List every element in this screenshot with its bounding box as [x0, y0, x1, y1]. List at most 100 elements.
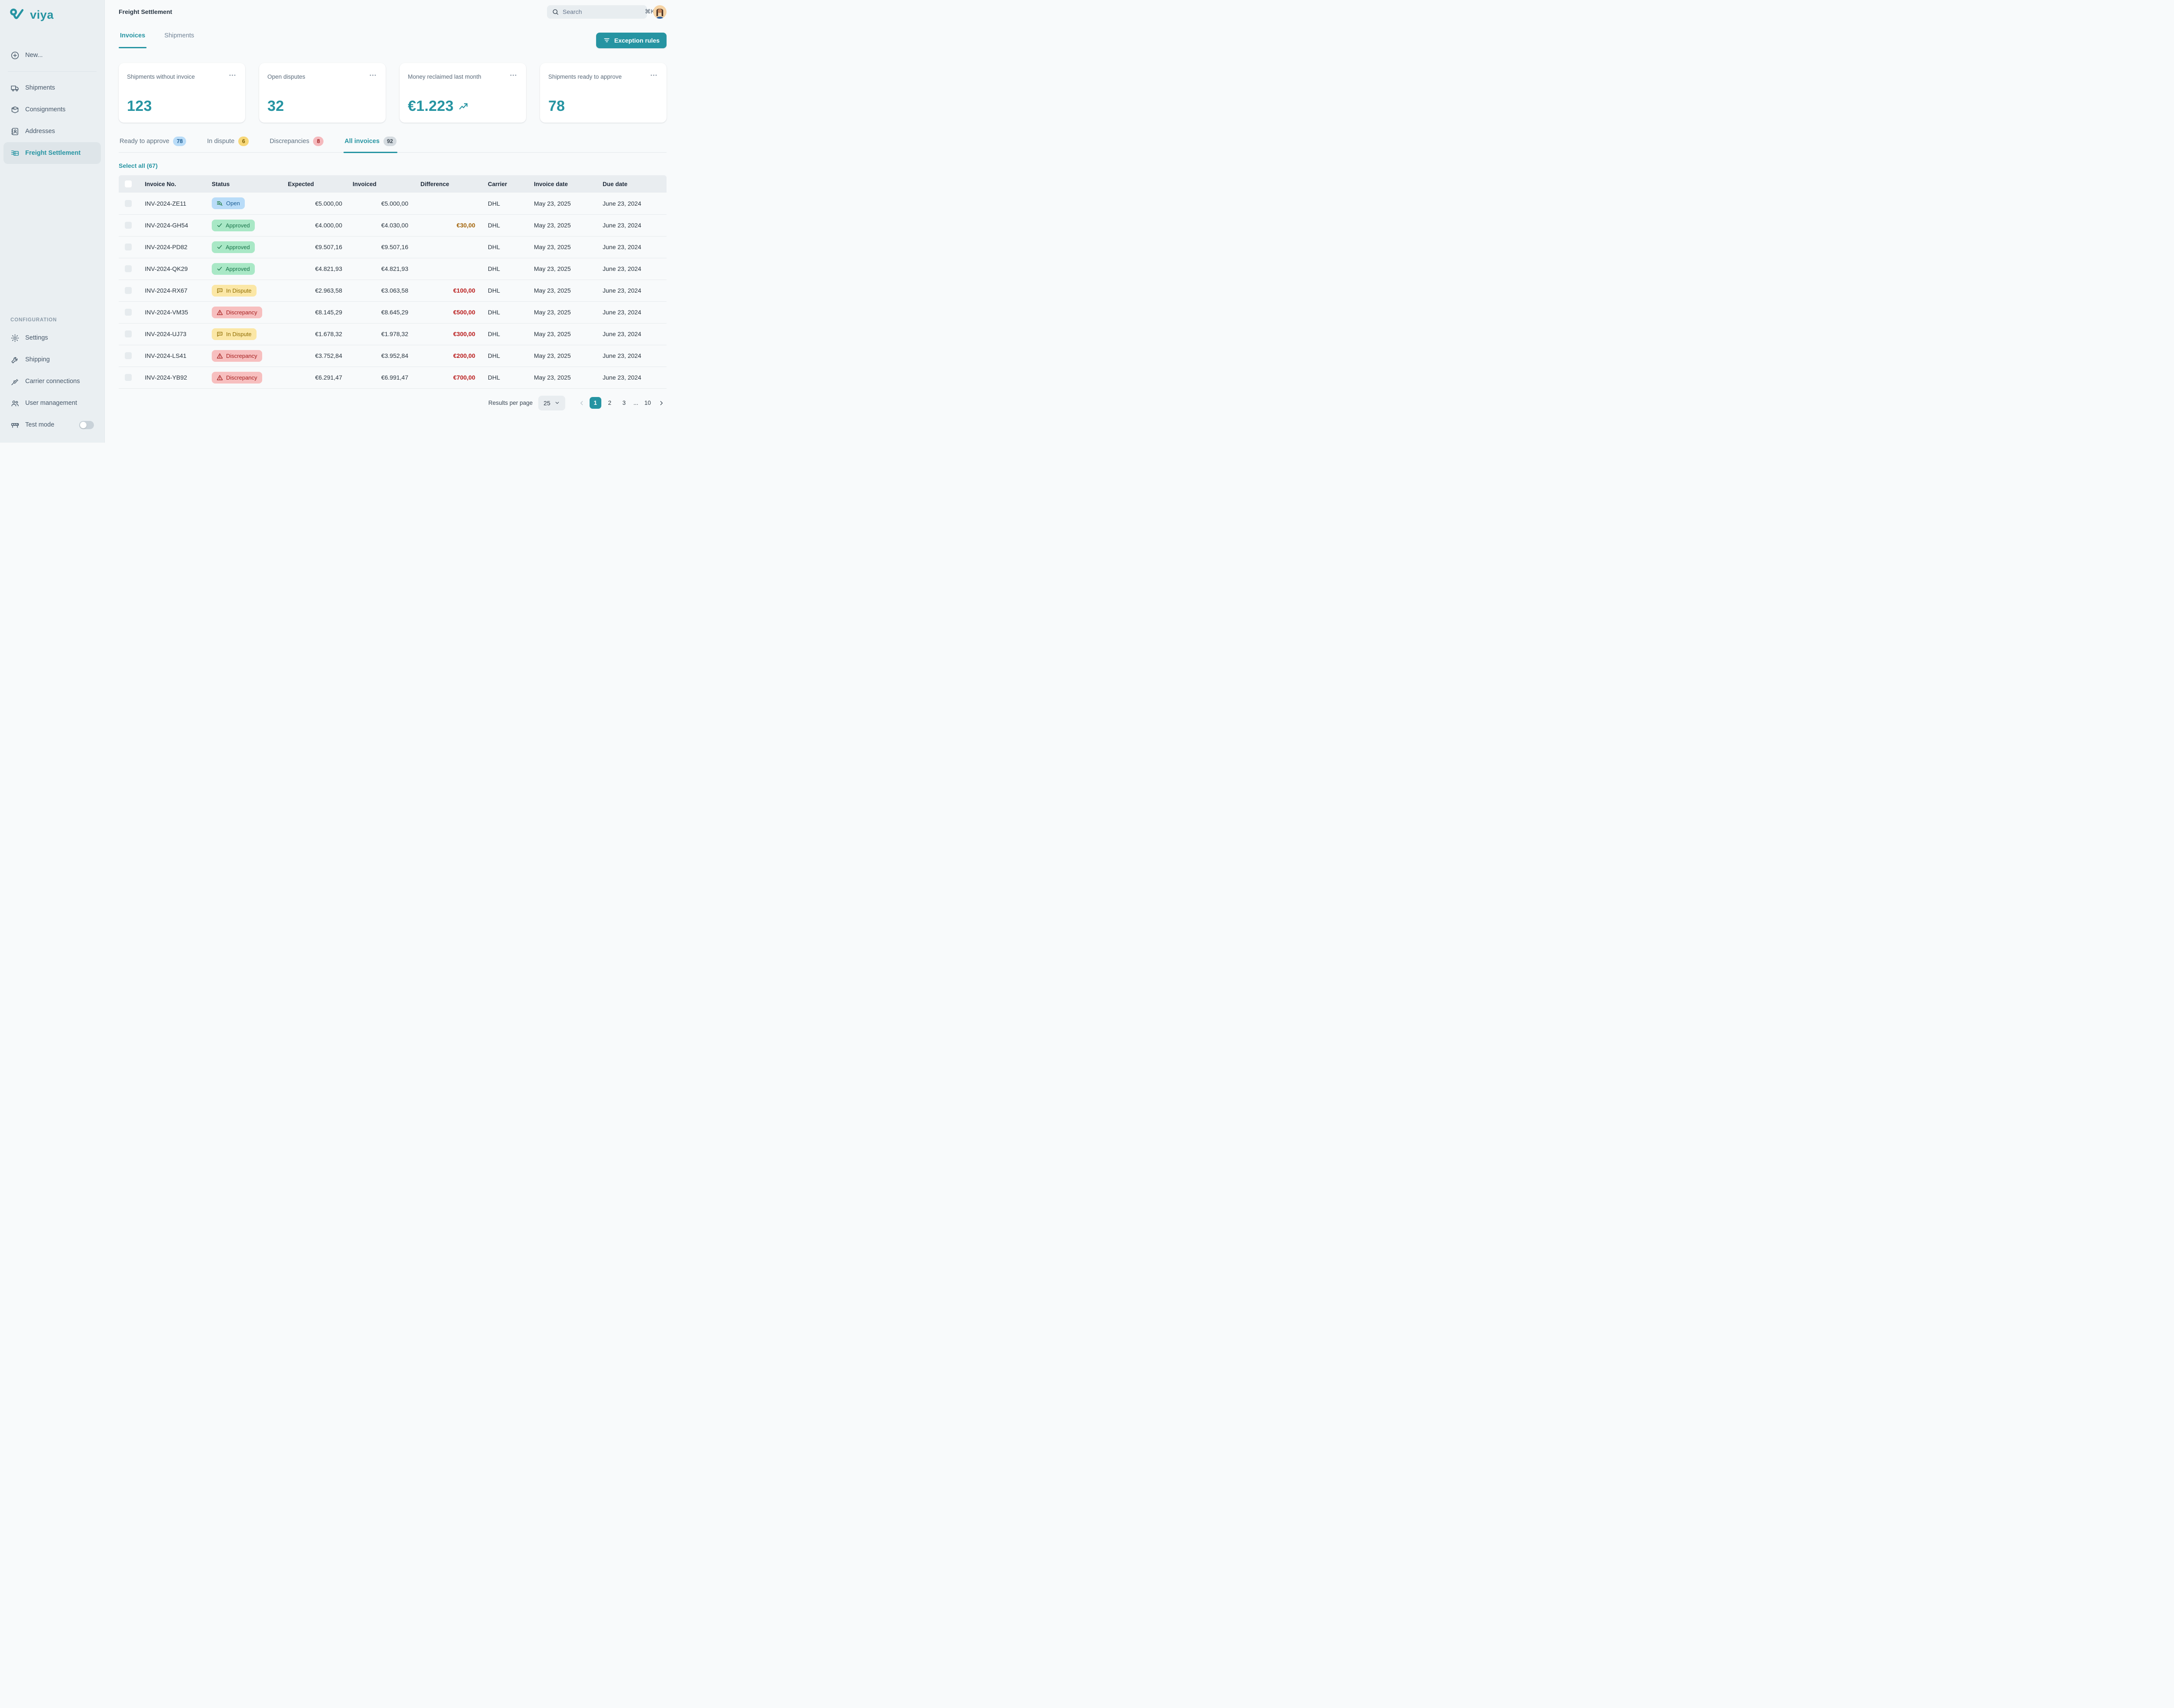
warning-icon [217, 374, 223, 381]
sidebar-item-freight-settlement[interactable]: Freight Settlement [3, 142, 101, 164]
expected-cell: €9.507,16 [281, 236, 344, 258]
expected-cell: €4.000,00 [281, 214, 344, 236]
page-button-3[interactable]: 3 [618, 397, 630, 409]
column-header-due-date[interactable]: Due date [596, 175, 667, 193]
due-date-cell: June 23, 2024 [596, 258, 667, 280]
table-row[interactable]: INV-2024-UJ73 In Dispute €1.678,32 €1.97… [119, 323, 667, 345]
column-header-carrier[interactable]: Carrier [477, 175, 527, 193]
status-badge: In Dispute [212, 328, 257, 340]
row-checkbox[interactable] [125, 352, 132, 359]
due-date-cell: June 23, 2024 [596, 301, 667, 323]
per-page-value: 25 [544, 400, 550, 407]
test-mode-toggle[interactable] [79, 421, 94, 429]
column-header-invoice-date[interactable]: Invoice date [527, 175, 596, 193]
table-row[interactable]: INV-2024-LS41 Discrepancy €3.752,84 €3.9… [119, 345, 667, 367]
expected-cell: €4.821,93 [281, 258, 344, 280]
sidebar-item-shipping[interactable]: Shipping [3, 349, 101, 370]
sidebar-item-user-management[interactable]: User management [3, 392, 101, 414]
table-row[interactable]: INV-2024-QK29 Approved €4.821,93 €4.821,… [119, 258, 667, 280]
table-row[interactable]: INV-2024-ZE11 Open €5.000,00 €5.000,00 D… [119, 193, 667, 214]
row-checkbox[interactable] [125, 330, 132, 337]
subtab-ready-to-approve[interactable]: Ready to approve 78 [119, 137, 187, 152]
chevron-right-icon[interactable] [656, 398, 667, 408]
subtab-in-dispute[interactable]: In dispute 6 [206, 137, 250, 152]
sidebar-item-settings[interactable]: Settings [3, 327, 101, 349]
status-label: Approved [226, 266, 250, 272]
invoice-date-cell: May 23, 2025 [527, 280, 596, 301]
difference-cell [410, 258, 477, 280]
status-badge: Approved [212, 263, 255, 275]
user-avatar[interactable] [653, 5, 667, 19]
difference-cell [410, 236, 477, 258]
sidebar-item-label: Settings [25, 334, 48, 341]
check-icon [217, 244, 223, 250]
carrier-cell: DHL [477, 323, 527, 345]
invoice-no-cell: INV-2024-UJ73 [138, 323, 205, 345]
table-row[interactable]: INV-2024-VM35 Discrepancy €8.145,29 €8.6… [119, 301, 667, 323]
card-menu-icon[interactable] [509, 73, 517, 77]
expected-cell: €5.000,00 [281, 193, 344, 214]
sidebar-item-shipments[interactable]: Shipments [3, 77, 101, 99]
table-row[interactable]: INV-2024-YB92 Discrepancy €6.291,47 €6.9… [119, 367, 667, 388]
sidebar-item-addresses[interactable]: Addresses [3, 120, 101, 142]
column-header-invoiced[interactable]: Invoiced [344, 175, 410, 193]
status-label: Discrepancy [226, 374, 257, 381]
column-header-difference[interactable]: Difference [410, 175, 477, 193]
invoice-no-cell: INV-2024-ZE11 [138, 193, 205, 214]
difference-cell [410, 193, 477, 214]
table-row[interactable]: INV-2024-GH54 Approved €4.000,00 €4.030,… [119, 214, 667, 236]
column-header-status[interactable]: Status [205, 175, 281, 193]
invoiced-cell: €5.000,00 [344, 193, 410, 214]
subtab-label: Ready to approve [120, 138, 169, 145]
status-label: Discrepancy [226, 309, 257, 316]
table-row[interactable]: INV-2024-PD82 Approved €9.507,16 €9.507,… [119, 236, 667, 258]
column-header-expected[interactable]: Expected [281, 175, 344, 193]
count-badge: 6 [238, 137, 249, 146]
chevron-left-icon[interactable] [577, 398, 587, 408]
column-header-invoice-no[interactable]: Invoice No. [138, 175, 205, 193]
search-box[interactable]: ⌘K [547, 5, 647, 19]
truck-icon [10, 83, 20, 93]
stat-card-open-disputes: Open disputes 32 [259, 63, 386, 123]
page-button-10[interactable]: 10 [642, 397, 654, 409]
select-all-checkbox[interactable] [125, 180, 132, 187]
difference-cell: €700,00 [410, 367, 477, 388]
results-per-page-select[interactable]: 25 [538, 396, 565, 410]
search-input[interactable] [563, 8, 641, 15]
select-all-link[interactable]: Select all (67) [119, 162, 158, 169]
sidebar-item-consignments[interactable]: Consignments [3, 99, 101, 120]
row-checkbox[interactable] [125, 265, 132, 272]
difference-cell: €30,00 [410, 214, 477, 236]
tab-shipments[interactable]: Shipments [163, 32, 196, 48]
invoiced-cell: €1.978,32 [344, 323, 410, 345]
table-row[interactable]: INV-2024-RX67 In Dispute €2.963,58 €3.06… [119, 280, 667, 301]
page-button-2[interactable]: 2 [604, 397, 616, 409]
sidebar-item-label: Consignments [25, 106, 66, 113]
invoiced-cell: €3.952,84 [344, 345, 410, 367]
tab-invoices[interactable]: Invoices [119, 32, 147, 48]
row-checkbox[interactable] [125, 309, 132, 316]
invoice-date-cell: May 23, 2025 [527, 258, 596, 280]
card-menu-icon[interactable] [650, 73, 658, 77]
row-checkbox[interactable] [125, 287, 132, 294]
subtab-discrepancies[interactable]: Discrepancies 8 [269, 137, 324, 152]
card-menu-icon[interactable] [369, 73, 377, 77]
subtab-all-invoices[interactable]: All invoices 92 [343, 137, 397, 152]
row-checkbox[interactable] [125, 200, 132, 207]
toggle-knob [80, 422, 87, 428]
card-menu-icon[interactable] [228, 73, 237, 77]
sidebar-item-new[interactable]: New... [3, 44, 101, 66]
page-button-1[interactable]: 1 [590, 397, 601, 409]
status-label: Approved [226, 222, 250, 229]
sidebar-configuration-section: CONFIGURATION Settings Shipping [0, 317, 104, 436]
row-checkbox[interactable] [125, 222, 132, 229]
status-badge: Open [212, 197, 245, 209]
difference-cell: €500,00 [410, 301, 477, 323]
count-badge: 78 [173, 137, 186, 146]
expected-cell: €8.145,29 [281, 301, 344, 323]
row-checkbox[interactable] [125, 244, 132, 250]
exception-rules-button[interactable]: Exception rules [596, 33, 667, 48]
sidebar-item-carrier-connections[interactable]: Carrier connections [3, 370, 101, 392]
difference-cell: €200,00 [410, 345, 477, 367]
row-checkbox[interactable] [125, 374, 132, 381]
